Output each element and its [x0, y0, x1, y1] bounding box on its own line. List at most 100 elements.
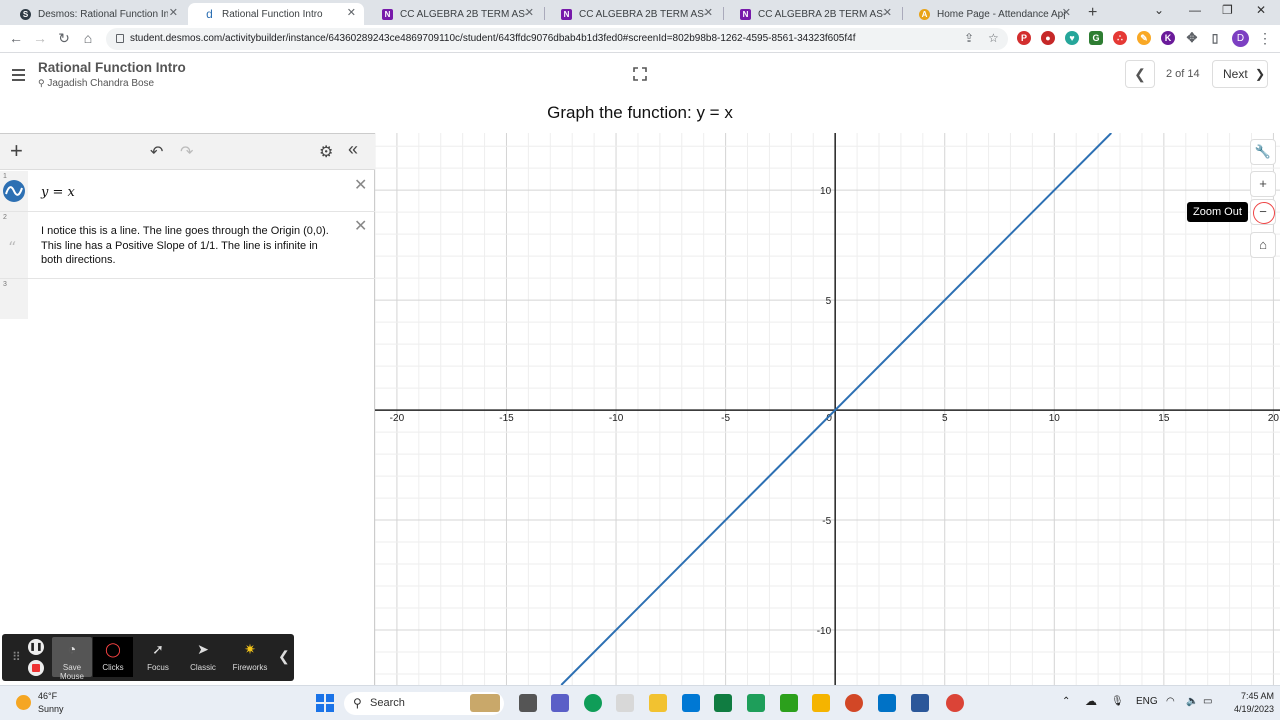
fullscreen-icon[interactable]	[633, 67, 647, 81]
onedrive-cloud-icon[interactable]: ☁	[1085, 694, 1097, 708]
next-screen-button[interactable]: Next ❯	[1212, 60, 1268, 88]
default-viewport-home-icon[interactable]: ⌂	[1250, 232, 1276, 258]
tab-cc-algebra-3[interactable]: N CC ALGEBRA 2B TERM AS- PERIOD ✕	[724, 3, 900, 25]
extension-dots-icon[interactable]: ∴	[1113, 31, 1127, 45]
battery-icon[interactable]: ▭	[1203, 696, 1212, 707]
sun-weather-icon[interactable]	[16, 695, 31, 710]
excel-icon[interactable]	[714, 694, 732, 712]
volume-icon[interactable]: 🔈	[1186, 696, 1198, 707]
mail-icon[interactable]	[682, 694, 700, 712]
hamburger-menu-icon[interactable]	[12, 69, 25, 84]
extension-k-icon[interactable]: K	[1161, 31, 1175, 45]
extension-green-icon[interactable]: G	[1089, 31, 1103, 45]
add-item-icon[interactable]: +	[10, 140, 23, 162]
wifi-icon[interactable]: ◠	[1166, 696, 1175, 707]
close-tab-icon[interactable]: ✕	[169, 6, 178, 19]
app-yellow-icon[interactable]	[812, 694, 830, 712]
language-indicator[interactable]: ENG	[1136, 696, 1158, 707]
search-highlight-icon[interactable]	[470, 694, 500, 712]
classic-tool[interactable]: ➤ Classic	[183, 637, 223, 677]
collapse-toolbar-chevron-icon[interactable]: ❮	[278, 648, 290, 665]
address-bar[interactable]: student.desmos.com/activitybuilder/insta…	[106, 28, 1008, 50]
graph-paper[interactable]: -20 -15 -10 -5 0 5 10 15 20 10 5 -5 -10	[375, 133, 1280, 685]
browser-tab-bar: S Desmos: Rational Function Intro ✕ d Ra…	[0, 0, 1280, 25]
file-explorer-icon[interactable]	[649, 694, 667, 712]
save-mouse-tool[interactable]: ◔ Save Mouse	[52, 637, 92, 681]
focus-tool[interactable]: ➚ Focus	[138, 637, 178, 677]
microphone-icon[interactable]: 🎙	[1111, 696, 1124, 707]
previous-screen-button[interactable]: ❮	[1125, 60, 1155, 88]
reload-icon[interactable]: ↻	[55, 30, 73, 47]
graph-canvas[interactable]: -20 -15 -10 -5 0 5 10 15 20105-5-10	[375, 133, 1280, 685]
undo-icon[interactable]: ↶	[150, 142, 163, 162]
weather-condition[interactable]: Sunny	[38, 704, 64, 714]
task-view-icon[interactable]	[519, 694, 537, 712]
close-tab-icon[interactable]: ✕	[347, 6, 356, 19]
delete-expression-icon[interactable]: ✕	[354, 175, 367, 195]
bookmark-star-icon[interactable]: ☆	[988, 31, 999, 45]
close-tab-icon[interactable]: ✕	[883, 6, 892, 19]
fireworks-tool[interactable]: ✷ Fireworks	[230, 637, 270, 677]
tab-cc-algebra-2[interactable]: N CC ALGEBRA 2B TERM AS- PERIOD ✕	[545, 3, 721, 25]
new-tab-icon[interactable]: +	[1088, 4, 1097, 22]
close-tab-icon[interactable]: ✕	[525, 6, 534, 19]
graph-settings-wrench-icon[interactable]: 🔧	[1250, 139, 1276, 165]
delete-note-icon[interactable]: ✕	[354, 216, 367, 236]
extension-yellow-icon[interactable]: ✎	[1137, 31, 1151, 45]
taskbar-time[interactable]: 7:45 AM	[1230, 691, 1274, 701]
tab-desmos-rational-function-intro[interactable]: S Desmos: Rational Function Intro ✕	[4, 3, 186, 25]
close-window-icon[interactable]: ✕	[1256, 3, 1266, 17]
forward-icon[interactable]: →	[31, 30, 49, 46]
empty-expression-row[interactable]: 3	[0, 279, 375, 319]
teams-chat-icon[interactable]	[551, 694, 569, 712]
stop-record-icon[interactable]	[28, 660, 44, 676]
side-panel-icon[interactable]: ▯	[1208, 31, 1222, 45]
back-icon[interactable]: ←	[7, 30, 25, 46]
snipping-tool-icon[interactable]	[616, 694, 634, 712]
settings-gear-icon[interactable]: ⚙	[319, 142, 333, 162]
x-tick-label: 10	[1049, 413, 1061, 424]
collapse-panel-icon[interactable]: «	[348, 139, 358, 160]
tab-rational-function-intro[interactable]: d Rational Function Intro ✕	[188, 3, 364, 25]
tray-chevron-icon[interactable]: ⌃	[1062, 696, 1070, 707]
share-icon[interactable]: ⇪	[964, 31, 974, 45]
url-text[interactable]: student.desmos.com/activitybuilder/insta…	[130, 33, 855, 44]
expression-row[interactable]: 1 y = x ✕	[0, 171, 375, 212]
zoom-in-icon[interactable]: +	[1250, 171, 1276, 197]
note-row[interactable]: 2 “ I notice this is a line. The line go…	[0, 212, 375, 279]
redo-icon[interactable]: ↷	[180, 142, 193, 162]
tab-search-chevron-icon[interactable]: ⌄	[1154, 3, 1164, 17]
extension-red-icon[interactable]: ●	[1041, 31, 1055, 45]
edge-browser-icon[interactable]	[584, 694, 602, 712]
tab-cc-algebra-1[interactable]: N CC ALGEBRA 2B TERM AS- PERIOD ✕	[366, 3, 542, 25]
expression-number: 2	[3, 214, 7, 221]
windows-start-icon[interactable]	[316, 694, 334, 712]
tab-attendance[interactable]: A Home Page - Attendance Application ✕	[903, 3, 1079, 25]
word-icon[interactable]	[911, 694, 929, 712]
powerpoint-icon[interactable]	[845, 694, 863, 712]
home-icon[interactable]: ⌂	[79, 30, 97, 46]
weather-temperature[interactable]: 46°F	[38, 691, 57, 701]
expression-math[interactable]: y = x	[41, 185, 75, 200]
app-green-icon[interactable]	[780, 694, 798, 712]
sheets-icon[interactable]	[747, 694, 765, 712]
profile-avatar[interactable]: D	[1232, 30, 1249, 47]
restore-icon[interactable]: ❐	[1222, 3, 1233, 17]
extensions-puzzle-icon[interactable]: ✥	[1185, 31, 1199, 45]
extension-pin-icon[interactable]: P	[1017, 31, 1031, 45]
extension-heart-icon[interactable]: ♥	[1065, 31, 1079, 45]
minimize-icon[interactable]: —	[1189, 3, 1201, 17]
graph-visibility-icon[interactable]	[2, 179, 26, 203]
drag-handle-icon[interactable]: ⠿	[12, 650, 21, 664]
browser-menu-icon[interactable]: ⋮	[1258, 30, 1272, 47]
close-tab-icon[interactable]: ✕	[1062, 6, 1071, 19]
expression-gutter: 1	[0, 171, 28, 211]
note-text[interactable]: I notice this is a line. The line goes t…	[41, 224, 341, 268]
chrome-icon[interactable]	[946, 694, 964, 712]
clicks-tool[interactable]: ◯ Clicks	[93, 637, 133, 677]
pause-icon[interactable]: ❚❚	[28, 639, 44, 655]
outlook-icon[interactable]	[878, 694, 896, 712]
tab-title: CC ALGEBRA 2B TERM AS- PERIOD	[579, 8, 707, 20]
taskbar-date[interactable]: 4/19/2023	[1222, 704, 1274, 714]
close-tab-icon[interactable]: ✕	[704, 6, 713, 19]
